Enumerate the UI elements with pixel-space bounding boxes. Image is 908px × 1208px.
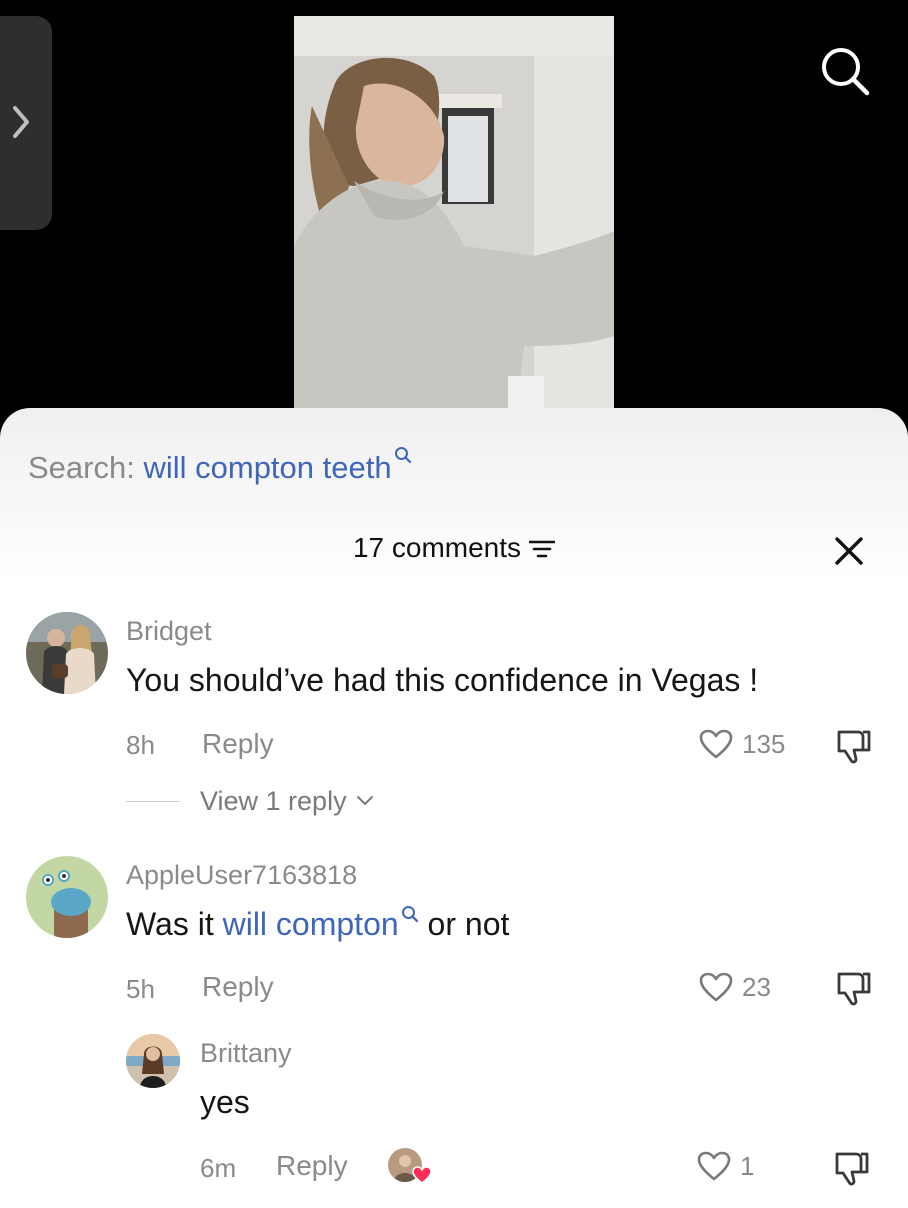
like-count: 23 xyxy=(742,971,771,1002)
dislike-icon[interactable] xyxy=(834,728,874,766)
side-panel-tab[interactable] xyxy=(0,16,52,230)
reply-button[interactable]: Reply xyxy=(276,1150,348,1182)
search-icon[interactable] xyxy=(818,44,872,98)
reply-username[interactable]: Brittany xyxy=(200,1038,292,1069)
search-query-link[interactable]: will compton teeth xyxy=(143,450,391,485)
replies-divider xyxy=(126,801,180,802)
video-thumbnail[interactable] xyxy=(294,16,614,430)
comments-count-header: 17 comments xyxy=(0,532,908,564)
comment-username[interactable]: AppleUser7163818 xyxy=(126,860,357,891)
comment-timestamp: 8h xyxy=(126,730,155,760)
search-keyword-link[interactable]: will compton xyxy=(223,906,399,942)
comment-text: You should’ve had this confidence in Veg… xyxy=(126,662,759,698)
reply-text: yes xyxy=(200,1084,250,1120)
like-button[interactable]: 135 xyxy=(698,728,785,760)
search-prefix: Search: xyxy=(28,450,135,485)
like-button[interactable]: 1 xyxy=(696,1150,754,1182)
comment-text-before: Was it xyxy=(126,906,223,942)
comment-text: Was it will compton or not xyxy=(126,905,509,943)
avatar-bridget[interactable] xyxy=(26,612,108,694)
comment-username[interactable]: Bridget xyxy=(126,616,212,647)
heart-outline-icon xyxy=(699,729,733,759)
comments-count: 17 comments xyxy=(352,532,522,563)
like-count: 135 xyxy=(742,728,786,759)
like-button[interactable]: 23 xyxy=(698,971,771,1003)
creator-heart-icon xyxy=(412,1166,432,1184)
search-suggestion[interactable]: Search: will compton teeth xyxy=(28,446,412,486)
search-small-icon xyxy=(394,447,411,464)
view-replies-button[interactable]: View 1 reply xyxy=(200,786,374,817)
dislike-icon[interactable] xyxy=(834,970,874,1008)
sort-filter-icon[interactable] xyxy=(528,539,556,559)
dislike-icon[interactable] xyxy=(832,1150,872,1188)
like-count: 1 xyxy=(740,1150,755,1181)
comment-text-after: or not xyxy=(418,906,510,942)
chevron-down-icon xyxy=(357,796,374,805)
view-replies-label: View 1 reply xyxy=(200,786,347,816)
close-icon[interactable] xyxy=(834,536,864,566)
avatar-brittany[interactable] xyxy=(126,1034,180,1088)
reply-timestamp: 6m xyxy=(200,1153,237,1183)
heart-outline-icon xyxy=(697,1151,731,1181)
reply-button[interactable]: Reply xyxy=(202,728,274,760)
avatar-appleuser[interactable] xyxy=(26,856,108,938)
reply-button[interactable]: Reply xyxy=(202,971,274,1003)
heart-outline-icon xyxy=(699,972,733,1002)
chevron-right-icon xyxy=(13,106,29,138)
comments-sheet: Search: will compton teeth 17 comments B… xyxy=(0,408,908,1208)
video-area xyxy=(0,0,908,430)
video-person-image xyxy=(294,16,614,430)
comment-timestamp: 5h xyxy=(126,974,155,1004)
search-small-icon xyxy=(401,906,418,923)
